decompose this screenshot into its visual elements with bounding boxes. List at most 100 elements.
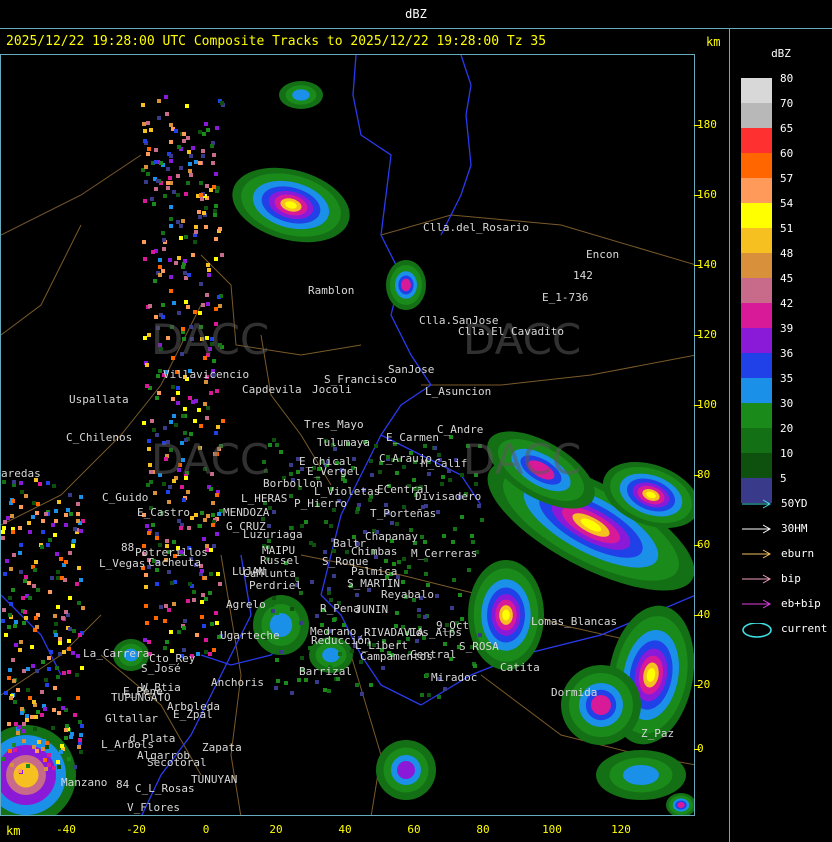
echo-pixel (169, 420, 173, 424)
echo-pixel (13, 624, 17, 628)
y-tick-label: 0 (694, 742, 704, 755)
echo-pixel (169, 289, 173, 293)
echo-pixel (43, 707, 47, 711)
echo-pixel (4, 691, 8, 695)
echo-pixel (166, 490, 170, 494)
echo-pixel (158, 369, 162, 373)
echo-pixel (184, 300, 188, 304)
echo-pixel (181, 414, 185, 418)
place-label: C_Andre (437, 423, 484, 436)
echo-pixel (162, 238, 166, 242)
echo-pixel (20, 490, 24, 494)
echo-pixel (64, 728, 68, 732)
echo-pixel (174, 261, 178, 265)
echo-pixel (1, 536, 5, 540)
echo-pixel (47, 656, 51, 660)
dacc-watermark-3: DACC (151, 435, 270, 484)
echo-pixel (207, 273, 211, 277)
echo-pixel (142, 122, 146, 126)
place-label: Lomas_Blancas (531, 615, 618, 628)
echo-pixel (197, 210, 201, 214)
echo-pixel (73, 765, 77, 769)
echo-pixel (345, 550, 349, 554)
echo-pixel (202, 211, 206, 215)
echo-pixel (54, 509, 58, 513)
echo-pixel (44, 767, 48, 771)
echo-pixel (40, 545, 44, 549)
echo-pixel (209, 391, 213, 395)
echo-pixel (471, 540, 475, 544)
echo-pixel (172, 602, 176, 606)
echo-pixel (61, 706, 65, 710)
echo-pixel (28, 696, 32, 700)
echo-pixel (188, 396, 192, 400)
place-label: C_Chilenos (66, 431, 133, 444)
place-label: Los_Alps (409, 626, 462, 639)
track-arrow-icon (742, 574, 772, 584)
echo-pixel (194, 230, 198, 234)
echo-pixel (147, 531, 151, 535)
radar-map[interactable]: DACC DACC DACC DACC Clla.del_Rosario Enco… (0, 54, 695, 816)
echo-pixel (176, 401, 180, 405)
echo-pixel (206, 263, 210, 267)
echo-pixel (200, 600, 204, 604)
echo-pixel (272, 596, 276, 600)
place-label: Encon (586, 248, 620, 261)
echo-pixel (161, 269, 165, 273)
echo-pixel (404, 570, 408, 574)
echo-pixel (407, 565, 411, 569)
echo-pixel (177, 256, 181, 260)
echo-pixel (67, 670, 71, 674)
legend-dbz-label: 35 (780, 372, 794, 385)
echo-pixel (6, 516, 10, 520)
echo-pixel (46, 481, 50, 485)
echo-pixel (12, 553, 16, 557)
echo-pixel (44, 512, 48, 516)
legend-dbz-label: 39 (780, 322, 794, 335)
echo-pixel (53, 614, 57, 618)
echo-pixel (32, 700, 36, 704)
legend-dbz-label: 65 (780, 122, 794, 135)
echo-pixel (169, 224, 173, 228)
echo-pixel (68, 596, 72, 600)
echo-pixel (183, 619, 187, 623)
echo-pixel (220, 101, 224, 105)
echo-pixel (72, 539, 76, 543)
echo-pixel (40, 713, 44, 717)
echo-pixel (155, 536, 159, 540)
echo-pixel (186, 490, 190, 494)
echo-pixel (276, 679, 280, 683)
echo-pixel (31, 515, 35, 519)
echo-pixel (184, 235, 188, 239)
echo-pixel (355, 593, 359, 597)
echo-pixel (7, 676, 11, 680)
echo-pixel (69, 512, 73, 516)
echo-pixel (20, 711, 24, 715)
echo-pixel (71, 651, 75, 655)
echo-pixel (78, 633, 82, 637)
x-axis-unit: km (6, 824, 21, 838)
echo-pixel (169, 159, 173, 163)
echo-pixel (170, 581, 174, 585)
echo-pixel (350, 649, 354, 653)
echo-pixel (1, 757, 5, 761)
echo-pixel (201, 154, 205, 158)
echo-pixel (219, 294, 223, 298)
place-label: C_L_Rosas (135, 782, 195, 795)
x-tick-label: 80 (476, 823, 490, 836)
echo-pixel (57, 765, 61, 769)
x-tick-label: 0 (202, 823, 210, 836)
echo-pixel (304, 520, 308, 524)
echo-pixel (290, 607, 294, 611)
echo-pixel (23, 579, 27, 583)
echo-pixel (441, 475, 445, 479)
place-label: Perdriel (249, 579, 302, 592)
echo-pixel (56, 760, 60, 764)
echo-pixel (41, 747, 45, 751)
track-legend-label: 30HM (781, 522, 808, 535)
echo-pixel (215, 389, 219, 393)
echo-pixel (427, 472, 431, 476)
echo-pixel (36, 502, 40, 506)
place-label: Catita (500, 661, 540, 674)
echo-pixel (188, 162, 192, 166)
